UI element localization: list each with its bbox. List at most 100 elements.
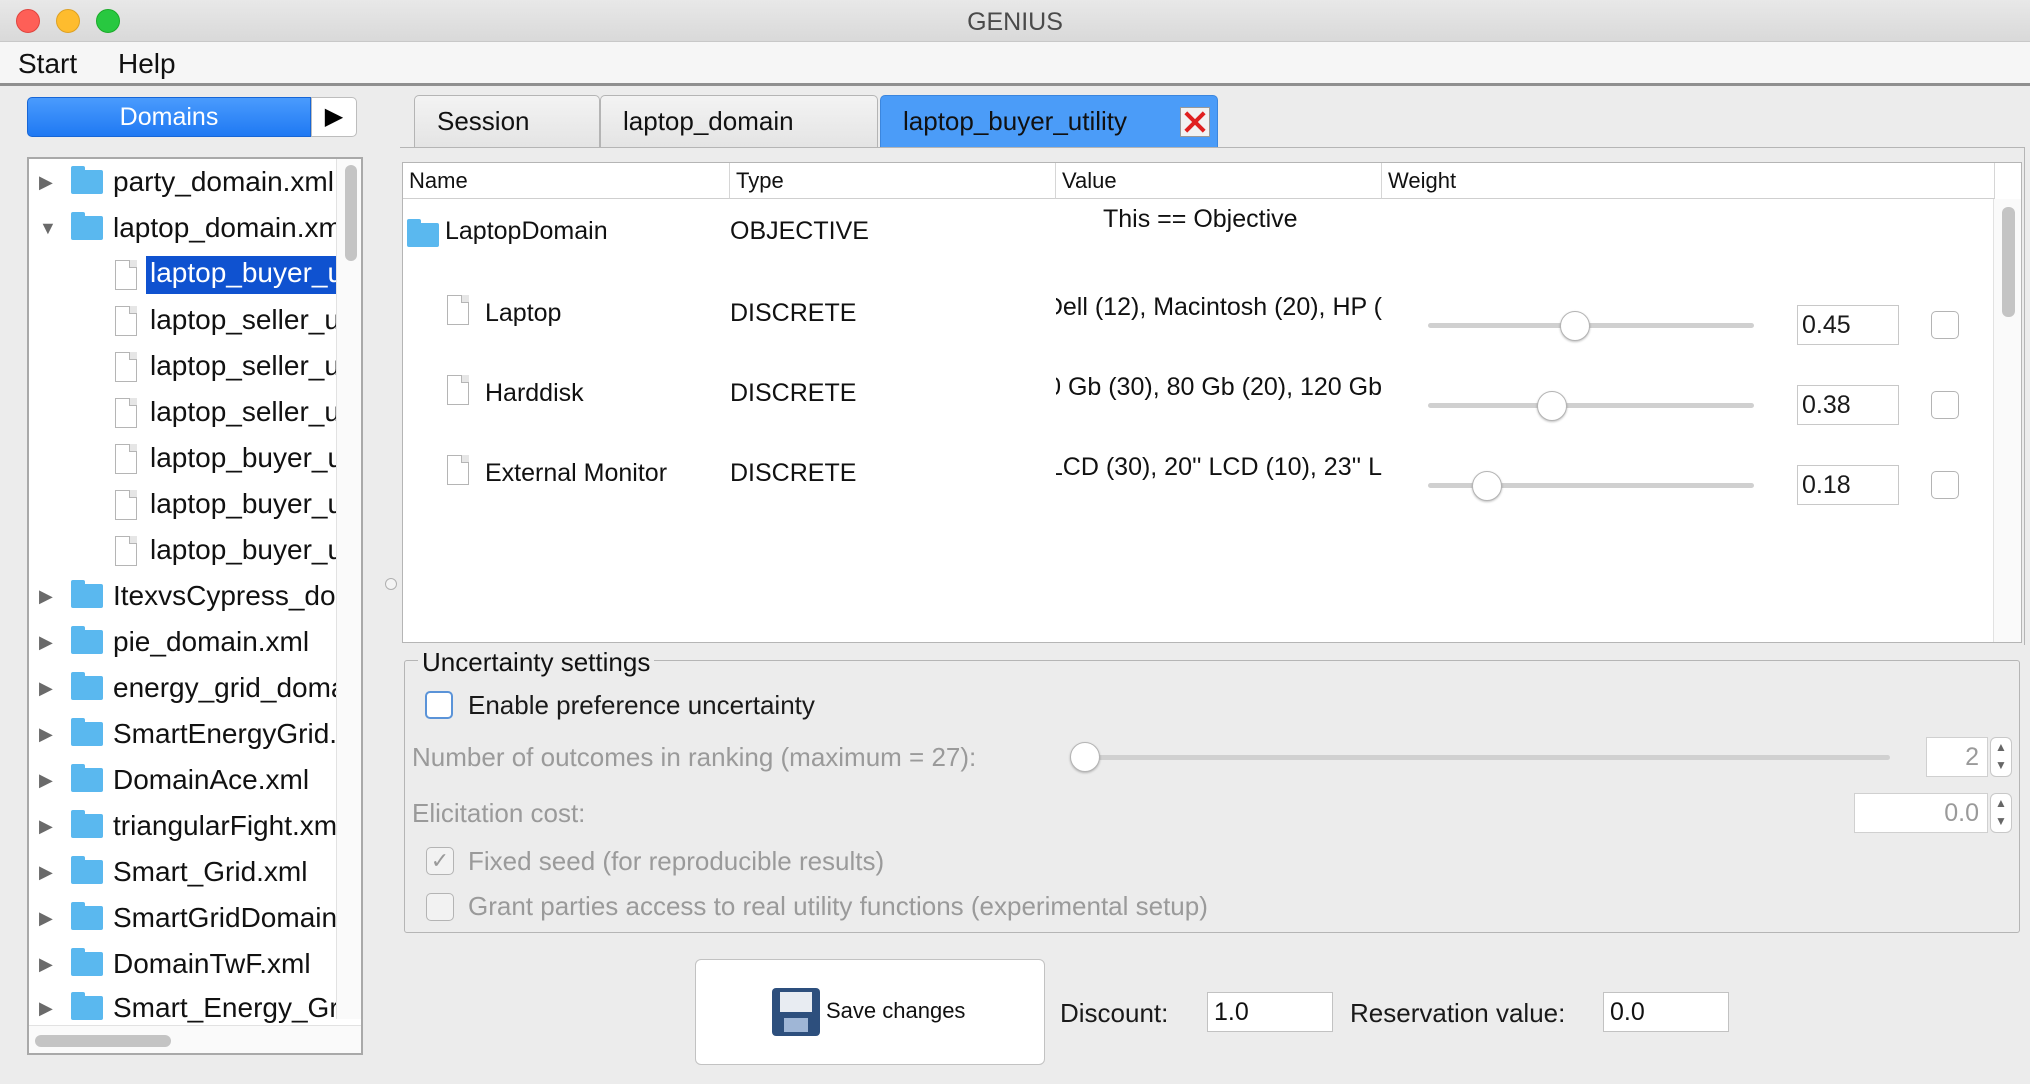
outcomes-slider[interactable] [1072,755,1890,760]
weight-field[interactable]: 0.18 [1797,465,1899,505]
expand-triangle-icon[interactable]: ▶ [39,678,53,699]
row-name: External Monitor [485,459,668,487]
tree-item-label: pie_domain.xml [113,626,310,657]
tree-item[interactable]: ▼ laptop_domain.xml [29,210,339,250]
column-header-type[interactable]: Type [730,163,1056,199]
expand-triangle-icon[interactable]: ▶ [39,908,53,929]
tree-item-label: laptop_seller_utility [150,304,339,335]
expand-triangle-icon[interactable]: ▶ [39,724,53,745]
tree-item-selected[interactable]: laptop_buyer_utility [29,256,339,296]
file-icon [115,398,137,428]
tree-item[interactable]: laptop_buyer_utility [29,532,339,572]
lock-weight-checkbox[interactable] [1931,311,1959,339]
expand-triangle-icon[interactable]: ▶ [39,586,53,607]
domains-button[interactable]: Domains [27,97,311,137]
weight-slider[interactable] [1428,403,1754,408]
title-bar: GENIUS [0,0,2030,42]
tab-session[interactable]: Session [414,95,600,147]
tree-item[interactable]: laptop_buyer_utility [29,486,339,526]
weight-slider[interactable] [1428,323,1754,328]
enable-uncertainty-checkbox[interactable] [425,691,453,719]
tree-item[interactable]: laptop_seller_utility [29,348,339,388]
tree-item[interactable]: ▶ party_domain.xml [29,164,339,204]
tree-item-label: SmartEnergyGrid.xml [113,718,339,749]
menu-start[interactable]: Start [18,48,77,80]
table-vertical-scroll-thumb[interactable] [2002,207,2015,317]
table-vertical-scrollbar[interactable] [1993,199,2021,642]
discount-field[interactable]: 1.0 [1207,992,1333,1032]
outcomes-slider-knob[interactable] [1070,742,1100,772]
outcomes-field[interactable]: 2 [1926,737,1988,777]
row-type: DISCRETE [730,379,857,407]
tree-item[interactable]: ▶ energy_grid_domain.xml [29,670,339,710]
tree-item[interactable]: ▶ DomainAce.xml [29,762,339,802]
expand-triangle-icon[interactable]: ▶ [39,998,53,1019]
row-value: 60 Gb (30), 80 Gb (20), 120 Gb [1056,373,1382,402]
weight-slider-knob[interactable] [1471,471,1502,501]
table-row[interactable]: Harddisk DISCRETE 60 Gb (30), 80 Gb (20)… [403,365,1993,445]
reservation-value-field[interactable]: 0.0 [1603,992,1729,1032]
tab-laptop-domain[interactable]: laptop_domain [600,95,878,147]
tree-item-label: laptop_buyer_utility [150,534,339,565]
tree-vertical-scroll-thumb[interactable] [345,165,357,261]
elicitation-cost-field[interactable]: 0.0 [1854,793,1988,833]
grant-access-checkbox[interactable] [426,893,454,921]
tree-item[interactable]: ▶ DomainTwF.xml [29,946,339,986]
tree-item[interactable]: laptop_buyer_utility [29,440,339,480]
weight-field[interactable]: 0.45 [1797,305,1899,345]
lock-weight-checkbox[interactable] [1931,471,1959,499]
tree-item[interactable]: ▶ ItexvsCypress_domain.xml [29,578,339,618]
outcomes-spinner[interactable]: ▲ ▼ [1990,737,2012,777]
tree-item[interactable]: ▶ Smart_Energy_Grid.xml [29,990,339,1030]
collapse-triangle-icon[interactable]: ▼ [39,218,57,239]
column-header-weight[interactable]: Weight [1382,163,1995,199]
tree-item[interactable]: ▶ SmartGridDomain.xml [29,900,339,940]
file-icon [447,375,469,405]
column-header-name[interactable]: Name [403,163,730,199]
table-row[interactable]: Laptop DISCRETE Dell (12), Macintosh (20… [403,285,1993,365]
folder-icon [71,902,103,930]
tab-laptop-buyer-utility[interactable]: laptop_buyer_utility [880,95,1218,147]
expand-arrow-button[interactable]: ▶ [311,97,357,137]
tree-item[interactable]: ▶ pie_domain.xml [29,624,339,664]
save-changes-button[interactable]: Save changes [695,959,1045,1065]
file-icon [115,536,137,566]
weight-slider-knob[interactable] [1559,311,1590,341]
weight-field[interactable]: 0.38 [1797,385,1899,425]
tree-horizontal-scroll-thumb[interactable] [35,1035,171,1047]
row-type: DISCRETE [730,299,857,327]
folder-icon [71,764,103,792]
expand-triangle-icon[interactable]: ▶ [39,632,53,653]
column-header-value[interactable]: Value [1056,163,1382,199]
split-pane-grip[interactable] [385,578,397,590]
expand-triangle-icon[interactable]: ▶ [39,770,53,791]
grant-access-label[interactable]: Grant parties access to real utility fun… [468,891,1208,922]
weight-slider-knob[interactable] [1536,391,1567,421]
elicitation-cost-spinner[interactable]: ▲ ▼ [1990,793,2012,833]
tree-item-label: triangularFight.xml [113,810,339,841]
expand-triangle-icon[interactable]: ▶ [39,954,53,975]
row-type: OBJECTIVE [730,217,869,245]
tree-item[interactable]: laptop_seller_utility [29,394,339,434]
table-row-root[interactable]: LaptopDomain OBJECTIVE This == Objective [403,203,1993,283]
tree-item[interactable]: ▶ triangularFight.xml [29,808,339,848]
table-row[interactable]: External Monitor DISCRETE 19'' LCD (30),… [403,445,1993,525]
fixed-seed-checkbox[interactable]: ✓ [426,847,454,875]
folder-icon [71,718,103,746]
enable-uncertainty-label[interactable]: Enable preference uncertainty [468,690,815,721]
fixed-seed-label[interactable]: Fixed seed (for reproducible results) [468,846,884,877]
expand-triangle-icon[interactable]: ▶ [39,172,53,193]
folder-icon [71,856,103,884]
menu-help[interactable]: Help [118,48,176,80]
tree-item[interactable]: laptop_seller_utility [29,302,339,342]
lock-weight-checkbox[interactable] [1931,391,1959,419]
close-tab-icon[interactable] [1180,107,1210,137]
tree-item[interactable]: ▶ SmartEnergyGrid.xml [29,716,339,756]
tree-horizontal-scrollbar[interactable] [29,1025,361,1053]
row-value: 19'' LCD (30), 20'' LCD (10), 23'' L [1056,453,1382,482]
tree-vertical-scrollbar[interactable] [336,159,361,1019]
expand-triangle-icon[interactable]: ▶ [39,862,53,883]
discount-label: Discount: [1060,998,1169,1028]
tree-item[interactable]: ▶ Smart_Grid.xml [29,854,339,894]
expand-triangle-icon[interactable]: ▶ [39,816,53,837]
